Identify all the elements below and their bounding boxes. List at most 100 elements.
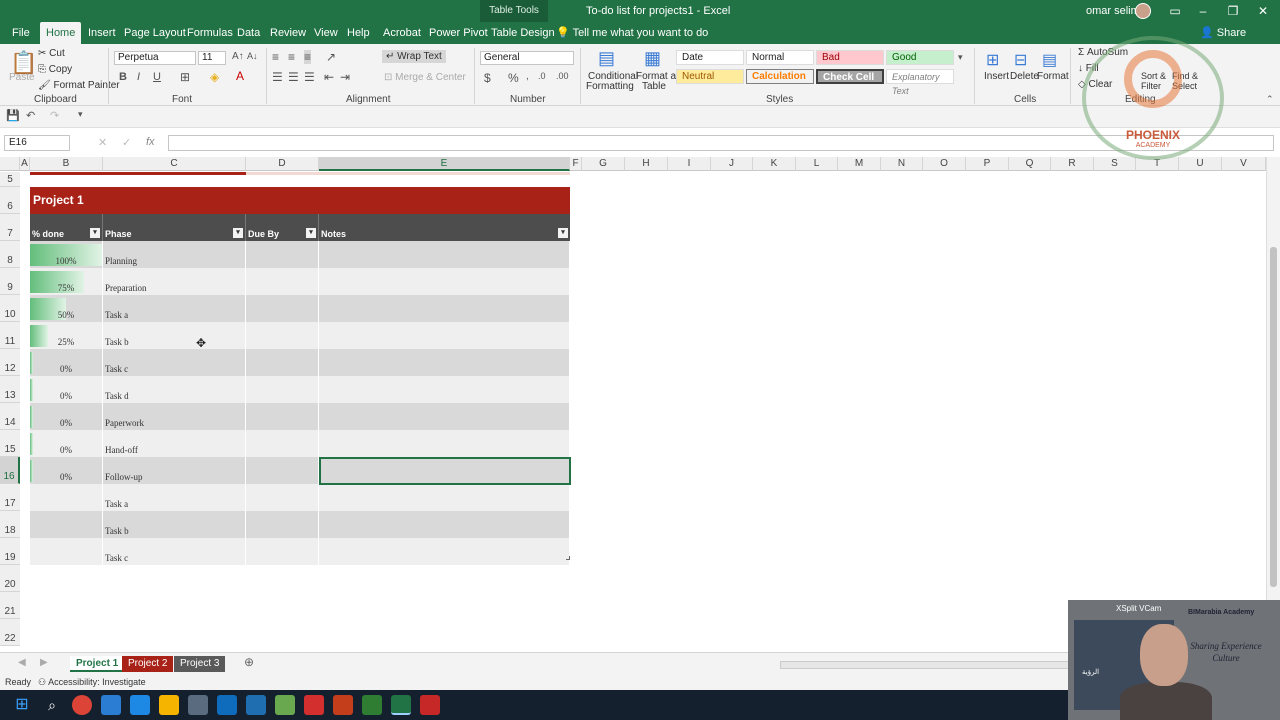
phase-cell[interactable]: Follow-up <box>103 457 246 484</box>
phase-cell[interactable]: Task a <box>103 295 246 322</box>
revit-icon[interactable] <box>246 695 266 715</box>
powerpoint-icon[interactable] <box>333 695 353 715</box>
worksheet-grid[interactable]: Project 1 % done ▾ Phase ▾ Due By ▾ Notes ▾ … <box>20 172 1266 652</box>
tab-power-pivot[interactable]: Power Pivot <box>423 22 494 44</box>
tab-insert[interactable]: Insert <box>82 22 122 44</box>
merge-center-button[interactable]: ⊡ Merge & Center <box>384 72 466 83</box>
column-header-g[interactable]: G <box>582 157 625 171</box>
vertical-scrollbar[interactable] <box>1266 157 1280 652</box>
tab-help[interactable]: Help <box>341 22 376 44</box>
grow-font-icon[interactable]: A↑ <box>232 51 244 62</box>
sheet-tab-project-3[interactable]: Project 3 <box>174 656 226 672</box>
column-header-h[interactable]: H <box>625 157 668 171</box>
bold-icon[interactable]: B <box>119 71 127 83</box>
header-percent-done[interactable]: % done ▾ <box>30 214 103 241</box>
paste-button[interactable]: Paste <box>9 72 35 83</box>
style-explanatory[interactable]: Explanatory Text <box>886 69 954 96</box>
row-header[interactable]: 7 <box>0 214 20 241</box>
row-header[interactable]: 8 <box>0 241 20 268</box>
style-normal[interactable]: Normal <box>746 50 814 65</box>
phase-cell[interactable]: Hand-off <box>103 430 246 457</box>
phase-cell[interactable]: Planning <box>103 241 246 268</box>
table-label[interactable]: Table <box>642 81 666 92</box>
percent-done-cell[interactable]: 0% <box>30 457 103 484</box>
sheet-tab-project-2[interactable]: Project 2 <box>122 656 174 672</box>
due-by-cell[interactable] <box>246 349 319 376</box>
task-view-icon[interactable] <box>101 695 121 715</box>
notes-cell[interactable] <box>319 349 570 376</box>
delete-cells-button[interactable]: Delete <box>1010 71 1039 82</box>
phase-cell[interactable]: Preparation <box>103 268 246 295</box>
app-icon[interactable] <box>130 695 150 715</box>
due-by-cell[interactable] <box>246 484 319 511</box>
tab-table-design[interactable]: Table Design <box>485 22 561 44</box>
header-due-by[interactable]: Due By ▾ <box>246 214 319 241</box>
name-box[interactable]: E16 <box>4 135 70 151</box>
customize-qat-icon[interactable]: ▾ <box>78 109 83 120</box>
filter-dropdown-icon[interactable]: ▾ <box>306 228 316 238</box>
column-header-o[interactable]: O <box>923 157 966 171</box>
style-calculation[interactable]: Calculation <box>746 69 814 84</box>
due-by-cell[interactable] <box>246 241 319 268</box>
percent-done-cell[interactable] <box>30 511 103 538</box>
increase-decimal-icon[interactable]: .0 <box>538 71 546 81</box>
row-header[interactable]: 12 <box>0 349 20 376</box>
percent-done-cell[interactable]: 0% <box>30 403 103 430</box>
column-header-f[interactable]: F <box>570 157 582 171</box>
notes-cell[interactable] <box>319 376 570 403</box>
phase-cell[interactable]: Task a <box>103 484 246 511</box>
style-date[interactable]: Date <box>676 50 744 65</box>
camtasia-icon[interactable] <box>362 695 382 715</box>
column-header-c[interactable]: C <box>103 157 246 171</box>
format-cells-button[interactable]: Format <box>1037 71 1069 82</box>
percent-done-cell[interactable] <box>30 484 103 511</box>
notes-cell[interactable] <box>319 241 570 268</box>
column-header-p[interactable]: P <box>966 157 1009 171</box>
cancel-icon[interactable]: ✕ <box>98 136 107 149</box>
column-header-e[interactable]: E <box>319 157 570 171</box>
row-header[interactable]: 21 <box>0 592 20 619</box>
row-header[interactable]: 5 <box>0 172 20 187</box>
settings-icon[interactable] <box>188 695 208 715</box>
font-name-combo[interactable]: Perpetua <box>114 51 196 65</box>
row-header[interactable]: 19 <box>0 538 20 565</box>
percent-done-cell[interactable]: 100% <box>30 241 103 268</box>
percent-done-cell[interactable]: 0% <box>30 430 103 457</box>
filter-dropdown-icon[interactable]: ▾ <box>90 228 100 238</box>
enter-icon[interactable]: ✓ <box>122 136 131 149</box>
due-by-cell[interactable] <box>246 322 319 349</box>
undo-icon[interactable]: ↶ <box>26 109 35 122</box>
row-header[interactable]: 15 <box>0 430 20 457</box>
file-explorer-icon[interactable] <box>159 695 179 715</box>
due-by-cell[interactable] <box>246 295 319 322</box>
column-header-k[interactable]: K <box>753 157 796 171</box>
due-by-cell[interactable] <box>246 511 319 538</box>
cut-button[interactable]: ✂ Cut <box>38 48 65 59</box>
phase-cell[interactable]: Task b <box>103 322 246 349</box>
minimize-icon[interactable]: – <box>1188 0 1218 22</box>
underline-icon[interactable]: U <box>153 71 161 83</box>
phase-cell[interactable]: Task c <box>103 538 246 565</box>
style-good[interactable]: Good <box>886 50 954 65</box>
insert-function-icon[interactable]: fx <box>146 136 155 148</box>
copy-button[interactable]: ⎘ Copy <box>38 64 72 75</box>
conditional-formatting-icon[interactable]: ▤ <box>598 48 615 69</box>
phase-cell[interactable]: Task d <box>103 376 246 403</box>
tab-view[interactable]: View <box>308 22 344 44</box>
phase-cell[interactable]: Paperwork <box>103 403 246 430</box>
notes-cell[interactable] <box>319 430 570 457</box>
due-by-cell[interactable] <box>246 430 319 457</box>
due-by-cell[interactable] <box>246 268 319 295</box>
insert-cells-icon[interactable]: ⊞ <box>986 50 999 70</box>
select-all-corner[interactable] <box>0 157 20 171</box>
notes-cell[interactable] <box>319 538 570 565</box>
header-notes[interactable]: Notes ▾ <box>319 214 570 241</box>
decrease-indent-icon[interactable]: ⇤ <box>324 70 334 84</box>
font-color-icon[interactable]: A <box>236 69 244 83</box>
fill-color-icon[interactable]: ◈ <box>210 70 219 84</box>
recorder-icon[interactable] <box>420 695 440 715</box>
format-cells-icon[interactable]: ▤ <box>1042 50 1057 70</box>
align-right-icon[interactable]: ☰ <box>304 70 315 84</box>
sheet-tab-project-1[interactable]: Project 1 <box>70 656 125 672</box>
align-left-icon[interactable]: ☰ <box>272 70 283 84</box>
